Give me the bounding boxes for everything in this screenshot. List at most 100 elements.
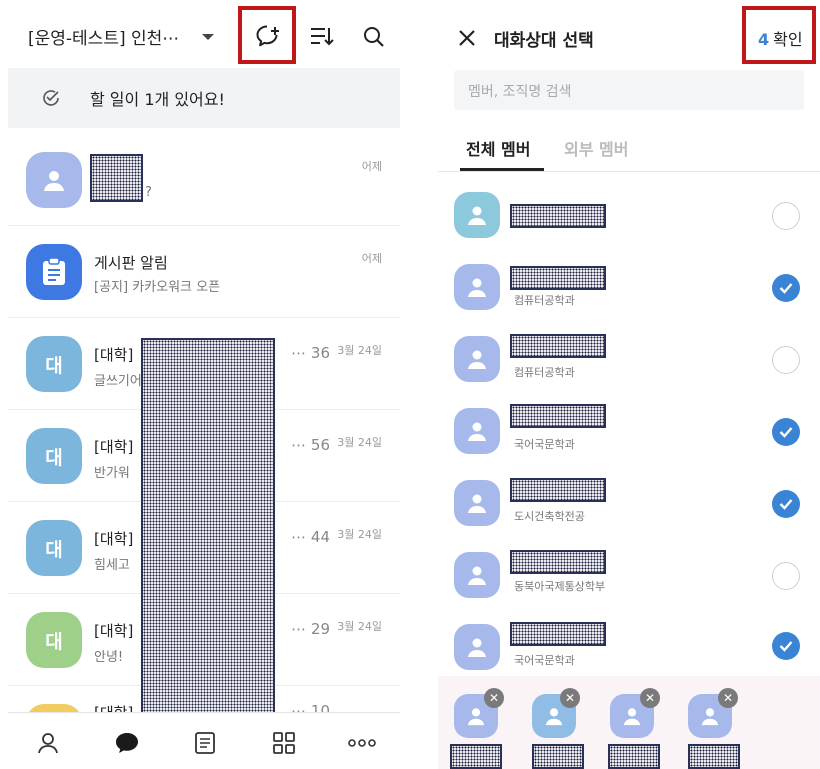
bottom-nav [8,712,400,769]
chat-time: 3월 24일 [337,344,382,357]
member-checkbox[interactable] [772,490,800,518]
member-select-header: 대화상대 선택 4 확인 [438,0,820,68]
person-icon [468,494,486,513]
person-icon[interactable] [36,731,60,755]
member-row[interactable]: 국어국문학과 [438,396,820,468]
tab-all-members[interactable]: 전체 멤버 [466,136,530,160]
page-title: 대화상대 선택 [494,31,594,51]
chat-list-header: [운영-테스트] 인천⋯ [8,0,400,68]
chat-time: 3월 24일 [337,620,382,633]
avatar [454,408,500,454]
avatar: 대 [26,428,82,484]
redacted-member-name [510,404,606,428]
person-icon [623,708,641,726]
member-checkbox[interactable] [772,562,800,590]
redacted-member-name [510,334,606,358]
member-department: 국어국문학과 [514,654,575,667]
chat-item[interactable]: ? 어제 [8,134,400,226]
person-icon [44,171,64,191]
avatar [454,552,500,598]
chat-preview: 반가워 [94,466,130,481]
search-icon[interactable] [362,25,386,49]
highlight-box-new-chat [238,6,296,64]
person-icon [468,206,486,225]
person-icon [468,638,486,657]
todo-check-icon [43,90,59,106]
chat-time: 어제 [361,252,382,265]
member-department: 도시건축학전공 [514,510,585,523]
workspace-title[interactable]: [운영-테스트] 인천⋯ [28,24,179,49]
avatar: 대 [26,612,82,668]
highlight-box-confirm [742,6,816,64]
chat-name: [대학] [94,438,134,456]
checkmark-icon [779,427,793,438]
person-icon [468,566,486,585]
tab-external-members[interactable]: 외부 멤버 [564,136,628,160]
member-department: 국어국문학과 [514,438,575,451]
chat-name: [대학] [94,622,134,640]
checkmark-icon [779,283,793,294]
person-icon [468,422,486,441]
todo-text: 할 일이 1개 있어요! [90,90,225,109]
avatar [454,624,500,670]
chat-name: [대학] [94,346,134,364]
member-row[interactable]: 컴퓨터공학과 [438,252,820,324]
chat-preview: 힘세고 [94,558,130,573]
member-checkbox[interactable] [772,274,800,302]
chat-name: [대학] [94,530,134,548]
member-row[interactable]: 도시건축학전공 [438,468,820,540]
remove-selected-button[interactable]: ✕ [484,688,504,708]
member-checkbox[interactable] [772,346,800,374]
member-checkbox[interactable] [772,202,800,230]
chat-time: 어제 [361,160,382,173]
chat-preview: 글쓰기어 [94,374,142,389]
person-icon [468,278,486,297]
chat-preview: [공지] 카카오워크 오픈 [94,280,221,295]
search-input[interactable]: 멤버, 조직명 검색 [454,70,804,110]
member-checkbox[interactable] [772,632,800,660]
redacted-selected-name [688,744,740,769]
member-row[interactable] [438,180,820,252]
remove-selected-button[interactable]: ✕ [718,688,738,708]
chat-time: 3월 24일 [337,528,382,541]
board-icon[interactable] [194,731,216,755]
member-tabs: 전체 멤버 외부 멤버 [438,126,820,172]
redacted-member-name [510,204,606,228]
redacted-chat-names [141,338,275,716]
chat-preview: ? [145,185,152,200]
member-row[interactable]: 국어국문학과 [438,612,820,684]
remove-selected-button[interactable]: ✕ [560,688,580,708]
member-department: 동북아국제통상학부 [514,580,606,593]
chat-list-screen: [운영-테스트] 인천⋯ 할 일이 1개 있어요! ? 어제 게시판 알림 [공… [8,0,400,769]
selected-members-bar: ✕ ✕ ✕ ✕ [438,676,820,769]
redacted-member-name [510,478,606,502]
member-row[interactable]: 동북아국제통상학부 [438,540,820,612]
chat-item[interactable]: 게시판 알림 [공지] 카카오워크 오픈 어제 [8,226,400,318]
chevron-down-icon[interactable] [202,34,214,40]
todo-banner[interactable]: 할 일이 1개 있어요! [8,68,400,128]
active-tab-indicator [460,168,544,171]
member-count: ⋯ 44 [291,528,330,546]
chat-time: 3월 24일 [337,436,382,449]
checkmark-icon [779,499,793,510]
chat-bubble-icon[interactable] [114,731,140,755]
person-icon [545,708,563,726]
chat-name: 게시판 알림 [94,254,168,272]
redacted-selected-name [532,744,584,769]
more-icon[interactable] [348,739,376,747]
person-icon [468,350,486,369]
remove-selected-button[interactable]: ✕ [640,688,660,708]
member-count: ⋯ 29 [291,620,330,638]
member-row[interactable]: 컴퓨터공학과 [438,324,820,396]
grid-icon[interactable] [272,731,296,755]
close-icon[interactable] [458,29,476,47]
member-department: 컴퓨터공학과 [514,294,575,307]
person-icon [467,708,485,726]
avatar [26,152,82,208]
search-placeholder: 멤버, 조직명 검색 [468,84,572,100]
avatar [454,192,500,238]
sort-icon[interactable] [310,26,334,48]
avatar: 대 [26,336,82,392]
member-checkbox[interactable] [772,418,800,446]
avatar [454,480,500,526]
